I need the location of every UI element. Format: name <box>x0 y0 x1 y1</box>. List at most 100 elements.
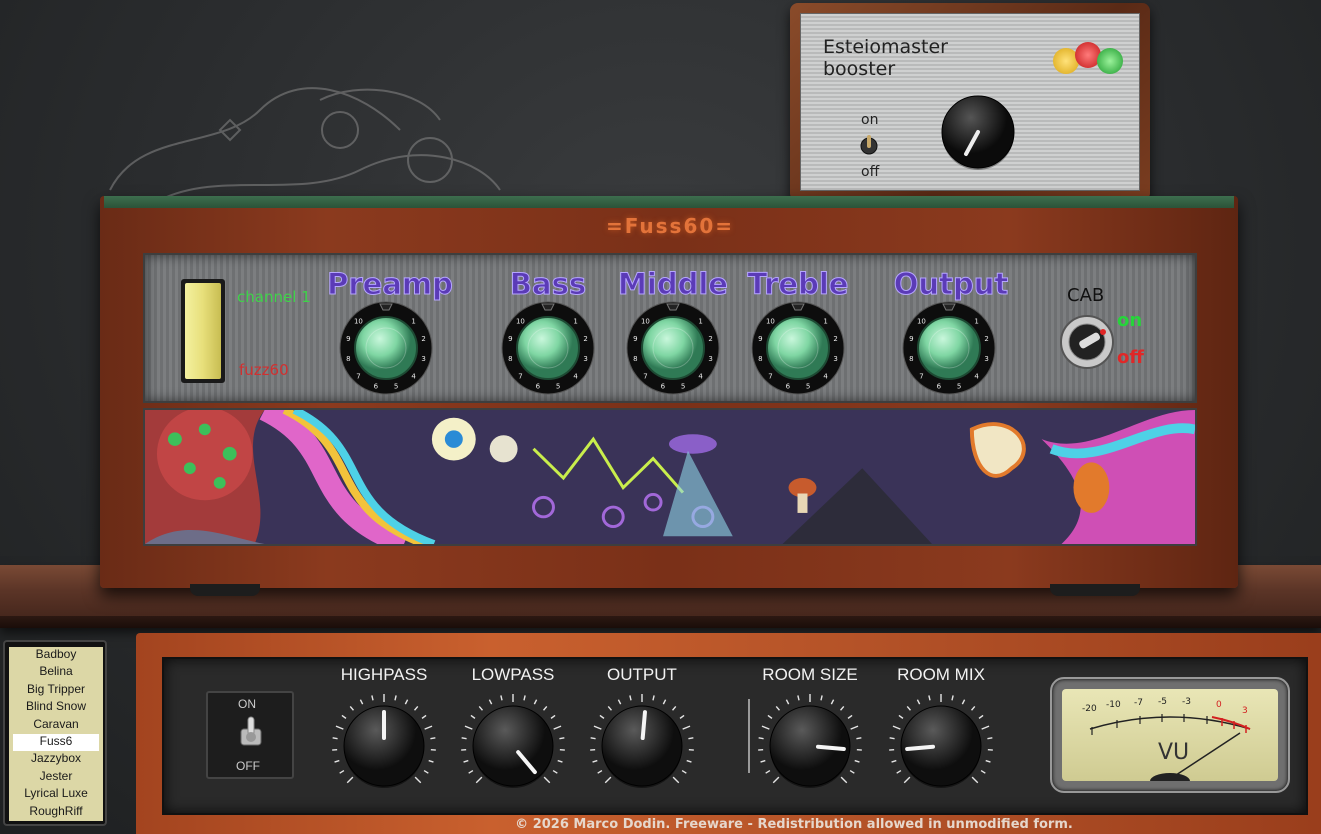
output-label-rack: OUTPUT <box>607 665 677 684</box>
booster-title: Esteiomaster booster <box>823 36 983 80</box>
svg-text:7: 7 <box>919 373 923 381</box>
preset-item-roughriff[interactable]: RoughRiff <box>9 804 103 821</box>
svg-text:9: 9 <box>508 335 512 343</box>
vu-tick-m7: -7 <box>1134 698 1143 708</box>
booster-off-label: off <box>861 164 880 180</box>
room-mix-label: ROOM MIX <box>897 665 985 684</box>
highpass-label: HIGHPASS <box>340 665 428 684</box>
amp-head: =Fuss60= channel 1 fuzz60 Preamp Bass Mi… <box>100 196 1238 596</box>
vu-tick-m3: -3 <box>1182 697 1191 707</box>
amp-top-felt <box>104 196 1234 208</box>
channel1-label: channel 1 <box>237 288 311 306</box>
output-knob-rack[interactable] <box>585 689 699 803</box>
vu-tick-0: 0 <box>1216 700 1222 710</box>
svg-text:8: 8 <box>758 355 762 363</box>
preset-item-jazzybox[interactable]: Jazzybox <box>9 751 103 768</box>
svg-text:5: 5 <box>681 383 685 391</box>
svg-text:9: 9 <box>758 335 762 343</box>
svg-text:9: 9 <box>909 335 913 343</box>
booster-pedal: Esteiomaster booster on off <box>790 3 1150 201</box>
svg-text:4: 4 <box>411 373 416 381</box>
preset-item-lyrical-luxe[interactable]: Lyrical Luxe <box>9 786 103 803</box>
preset-item-jester[interactable]: Jester <box>9 769 103 786</box>
output-knob[interactable]: 1 2 3 4 5 6 7 8 9 10 <box>901 300 997 396</box>
booster-title-line1: Esteiomaster <box>823 36 948 58</box>
svg-text:4: 4 <box>698 373 703 381</box>
svg-text:3: 3 <box>421 355 425 363</box>
preset-item-big-tripper[interactable]: Big Tripper <box>9 682 103 699</box>
svg-text:2: 2 <box>708 335 712 343</box>
rack-power-toggle[interactable] <box>238 715 264 757</box>
cab-off-label: off <box>1117 347 1144 368</box>
preset-item-belina[interactable]: Belina <box>9 664 103 681</box>
preset-list: Badboy Belina Big Tripper Blind Snow Car… <box>9 647 103 821</box>
svg-text:6: 6 <box>536 383 541 391</box>
svg-text:9: 9 <box>346 335 350 343</box>
vu-tick-3: 3 <box>1242 706 1248 716</box>
cab-on-label: on <box>1117 310 1143 331</box>
svg-text:7: 7 <box>356 373 360 381</box>
preamp-label: Preamp <box>327 267 454 302</box>
effects-rack-panel: ON OFF HIGHPASS LOWPASS OUTPUT ROOM SIZE… <box>162 657 1308 815</box>
preamp-knob[interactable]: 1 2 3 4 5 6 7 8 9 10 <box>338 300 434 396</box>
amp-control-panel: channel 1 fuzz60 Preamp Bass Middle Treb… <box>143 253 1197 403</box>
svg-text:5: 5 <box>394 383 398 391</box>
rack-off-label: OFF <box>236 759 260 773</box>
preset-item-badboy[interactable]: Badboy <box>9 647 103 664</box>
booster-led-indicators <box>1053 42 1123 78</box>
svg-text:6: 6 <box>661 383 666 391</box>
svg-text:4: 4 <box>573 373 578 381</box>
treble-label: Treble <box>747 267 849 302</box>
svg-text:10: 10 <box>641 317 650 325</box>
green-led-icon <box>1097 48 1123 74</box>
lowpass-knob[interactable] <box>456 689 570 803</box>
room-size-knob[interactable] <box>753 689 867 803</box>
rack-divider <box>748 699 750 773</box>
booster-toggle-switch[interactable] <box>859 132 879 160</box>
svg-text:1: 1 <box>823 317 827 325</box>
svg-text:9: 9 <box>633 335 637 343</box>
svg-text:2: 2 <box>984 335 988 343</box>
middle-knob[interactable]: 1 2 3 4 5 6 7 8 9 10 <box>625 300 721 396</box>
svg-text:3: 3 <box>583 355 587 363</box>
booster-on-label: on <box>861 112 879 128</box>
svg-text:7: 7 <box>643 373 647 381</box>
channel-rocker-switch[interactable] <box>181 279 225 383</box>
svg-text:7: 7 <box>518 373 522 381</box>
svg-text:10: 10 <box>516 317 525 325</box>
room-size-label: ROOM SIZE <box>762 665 858 684</box>
shelf-edge <box>0 616 1321 628</box>
bass-knob[interactable]: 1 2 3 4 5 6 7 8 9 10 <box>500 300 596 396</box>
svg-text:3: 3 <box>984 355 988 363</box>
effects-rack: ON OFF HIGHPASS LOWPASS OUTPUT ROOM SIZE… <box>136 633 1321 834</box>
amp-foot-right <box>1050 584 1140 596</box>
booster-gain-knob[interactable] <box>938 92 1018 172</box>
preset-item-fuss6[interactable]: Fuss6 <box>13 733 99 752</box>
vu-tick-m5: -5 <box>1158 697 1167 707</box>
preset-item-caravan[interactable]: Caravan <box>9 717 103 734</box>
svg-text:5: 5 <box>957 383 961 391</box>
highpass-knob[interactable] <box>327 689 441 803</box>
svg-text:6: 6 <box>786 383 791 391</box>
svg-text:7: 7 <box>768 373 772 381</box>
preset-item-blind-snow[interactable]: Blind Snow <box>9 699 103 716</box>
svg-text:3: 3 <box>833 355 837 363</box>
fuzz60-label: fuzz60 <box>239 361 289 379</box>
svg-text:3: 3 <box>708 355 712 363</box>
svg-text:2: 2 <box>583 335 587 343</box>
cab-switch[interactable] <box>1059 314 1115 370</box>
svg-text:10: 10 <box>354 317 363 325</box>
cab-label: CAB <box>1067 285 1105 306</box>
svg-text:6: 6 <box>937 383 942 391</box>
vu-needle-pivot <box>1150 773 1190 789</box>
svg-text:10: 10 <box>766 317 775 325</box>
svg-text:1: 1 <box>573 317 577 325</box>
copyright-footer: © 2026 Marco Dodin. Freeware - Redistrib… <box>515 817 1073 832</box>
vu-label: VU <box>1158 740 1189 765</box>
svg-text:1: 1 <box>974 317 978 325</box>
svg-text:5: 5 <box>556 383 560 391</box>
treble-knob[interactable]: 1 2 3 4 5 6 7 8 9 10 <box>750 300 846 396</box>
amp-logo: =Fuss60= <box>605 214 735 238</box>
room-mix-knob[interactable] <box>884 689 998 803</box>
svg-text:4: 4 <box>974 373 979 381</box>
